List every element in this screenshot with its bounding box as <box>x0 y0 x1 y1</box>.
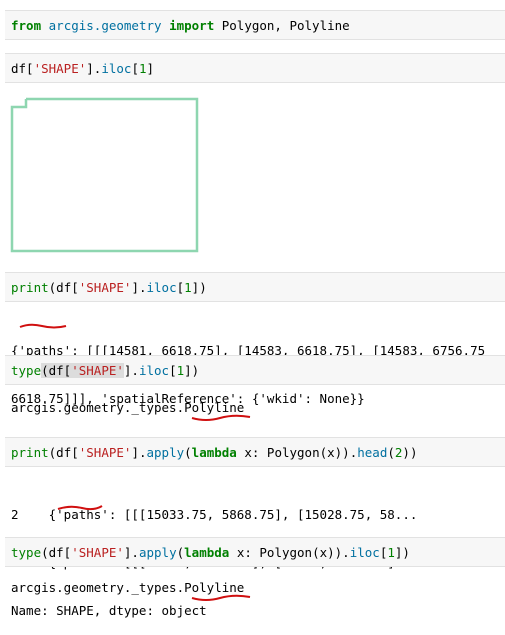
number-token: 1 <box>138 60 147 76</box>
string-token: 'SHAPE' <box>78 444 132 460</box>
attribute-token: iloc <box>138 362 170 378</box>
code-cell-type-shape[interactable]: type (df['SHAPE']. iloc[1]) <box>5 355 505 385</box>
imported-names: Polygon, Polyline <box>221 17 350 33</box>
code-token: ( <box>387 444 395 460</box>
keyword-lambda: lambda <box>191 444 237 460</box>
code-token: ( <box>176 544 185 560</box>
output-line: Name: SHAPE, dtype: object <box>11 603 207 618</box>
attribute-token: iloc <box>101 60 132 76</box>
code-token: ]) <box>184 362 200 378</box>
code-token: ] <box>146 60 155 76</box>
attribute-token: apply <box>146 444 185 460</box>
keyword-from: from <box>11 17 42 33</box>
code-token: df[ <box>11 60 34 76</box>
code-cell-apply-head[interactable]: print (df['SHAPE']. apply(lambda x: Polygo… <box>5 437 505 467</box>
code-token: x: Polygon(x)). <box>229 544 350 560</box>
output-line: 2 {'paths': [[[15033.75, 5868.75], [1502… <box>11 507 418 522</box>
code-token: (df[ <box>41 544 72 560</box>
polyline-shape-plot <box>10 97 199 253</box>
code-cell-print-shape[interactable]: print (df['SHAPE']. iloc[1]) <box>5 272 505 302</box>
type-output: arcgis.geometry._types.Polyline <box>11 400 245 415</box>
keyword-import: import <box>169 17 215 33</box>
string-token: 'SHAPE' <box>71 544 124 560</box>
code-token: x: Polygon(x)). <box>236 444 358 460</box>
code-token: [ <box>176 279 185 295</box>
string-token: 'SHAPE' <box>33 60 87 76</box>
code-token: ]. <box>131 444 147 460</box>
code-token: [ <box>379 544 388 560</box>
attribute-token: iloc <box>146 279 177 295</box>
code-token: ]. <box>86 60 102 76</box>
module-name: arcgis.geometry <box>48 17 162 33</box>
polyline-shape <box>10 97 199 253</box>
code-token: ]. <box>123 544 139 560</box>
code-token: )) <box>402 444 418 460</box>
attribute-token: iloc <box>349 544 380 560</box>
code-token: [ <box>131 60 139 76</box>
number-token: 1 <box>184 279 192 295</box>
code-cell-apply-iloc[interactable]: type (df['SHAPE']. apply(lambda x: Polygon… <box>5 537 505 567</box>
code-token: (df[ <box>48 279 79 295</box>
code-token: ]. <box>123 362 139 378</box>
code-token: (df[ <box>41 362 72 378</box>
code-token: (df[ <box>48 444 79 460</box>
string-token: 'SHAPE' <box>78 279 132 295</box>
function-token: type <box>11 544 42 560</box>
code-token: ]. <box>131 279 147 295</box>
string-token: 'SHAPE' <box>71 362 124 378</box>
function-token: print <box>11 279 49 295</box>
code-token: ]) <box>191 279 207 295</box>
attribute-token: head <box>357 444 388 460</box>
number-token: 2 <box>394 444 403 460</box>
code-cell-import[interactable]: from arcgis.geometry import Polygon, Pol… <box>5 10 505 40</box>
type-output-2: arcgis.geometry._types.Polyline <box>11 580 245 595</box>
number-token: 1 <box>387 544 395 560</box>
function-token: print <box>11 444 49 460</box>
keyword-lambda: lambda <box>184 544 230 560</box>
code-token: ]) <box>394 544 410 560</box>
attribute-token: apply <box>138 544 177 560</box>
code-token: ( <box>184 444 192 460</box>
code-token: [ <box>169 362 177 378</box>
code-cell-shape-iloc[interactable]: df['SHAPE']. iloc[1] <box>5 53 505 83</box>
function-token: type <box>11 362 42 378</box>
number-token: 1 <box>176 362 185 378</box>
